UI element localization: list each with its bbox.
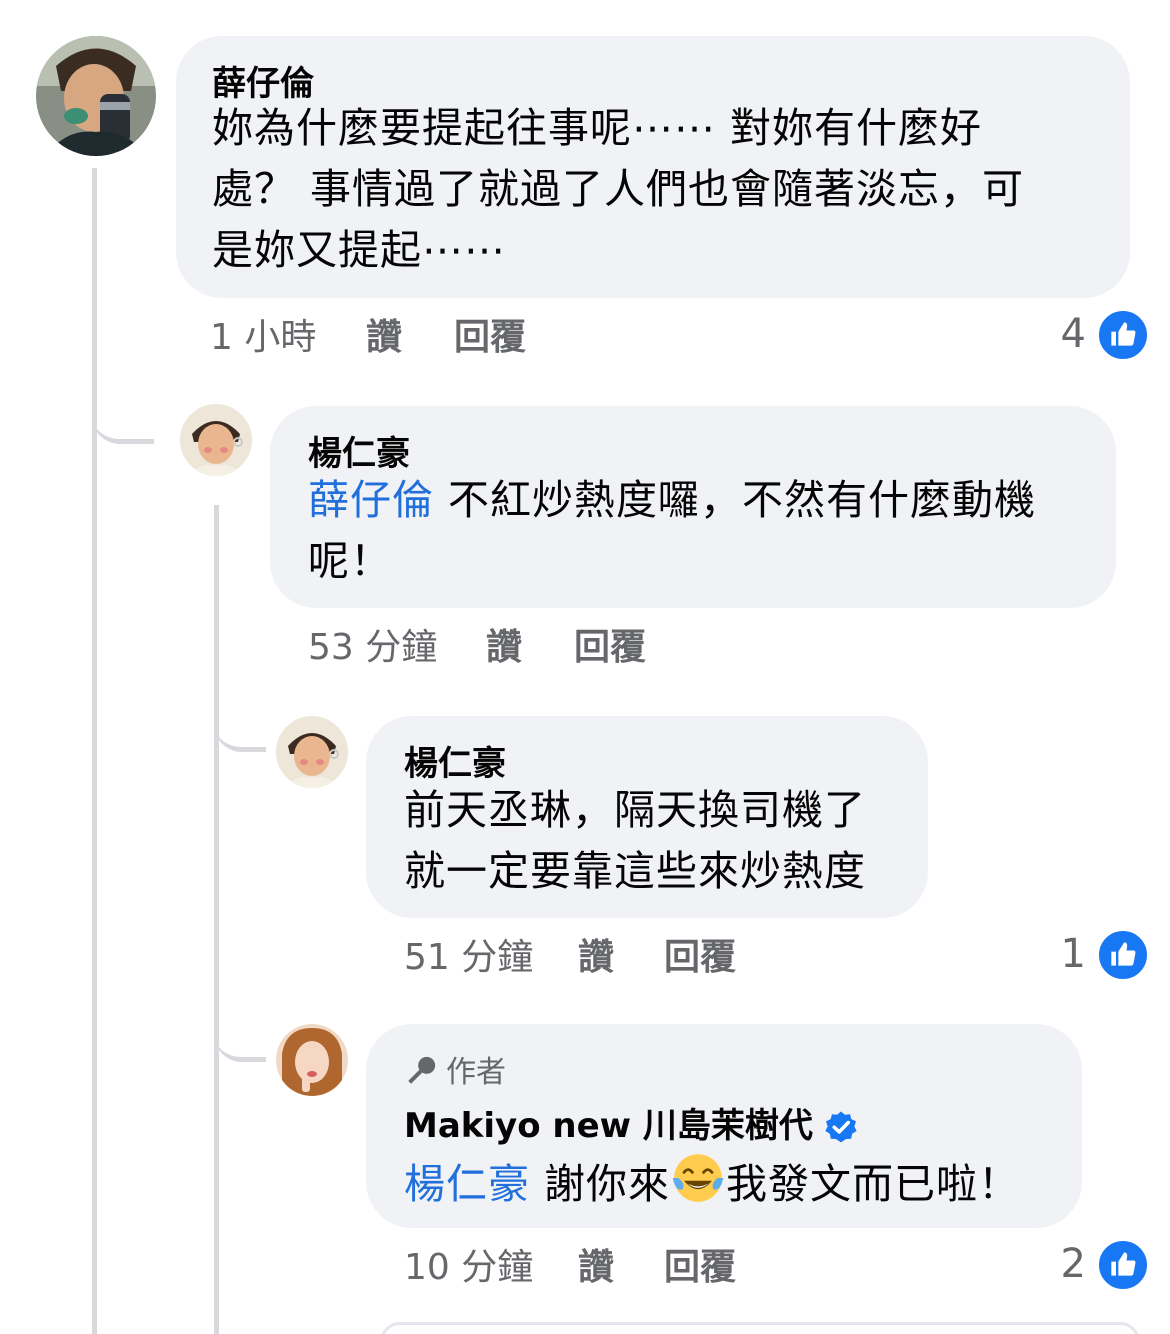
comment-text-line: 處？ 事情過了就過了人們也會隨著淡忘，可 bbox=[212, 165, 1025, 213]
comment-author[interactable]: 楊仁豪 bbox=[404, 744, 506, 784]
comment-text-line: 前天丞琳，隔天換司機了 bbox=[404, 786, 866, 834]
comment-text-line: 呢！ bbox=[308, 537, 392, 585]
comment-timestamp[interactable]: 1 小時 bbox=[210, 318, 316, 358]
thread-elbow-2 bbox=[214, 700, 266, 752]
user-photo-icon bbox=[276, 716, 348, 788]
comment-text-segment: 謝你來 bbox=[530, 1160, 671, 1208]
user-photo-icon bbox=[276, 1024, 348, 1096]
mention-link[interactable]: 薛仔倫 bbox=[308, 476, 434, 524]
comment-timestamp[interactable]: 53 分鐘 bbox=[308, 628, 437, 668]
reaction-count[interactable]: 4 bbox=[1046, 312, 1086, 356]
comment-text-line: 妳為什麼要提起往事呢⋯⋯ 對妳有什麼好 bbox=[212, 104, 983, 152]
comment-timestamp[interactable]: 51 分鐘 bbox=[404, 938, 533, 978]
comment-text: 楊仁豪 謝你來 我發文而已啦！ bbox=[404, 1150, 1020, 1215]
user-photo-icon bbox=[36, 36, 156, 156]
comment-bubble: 楊仁豪 前天丞琳，隔天換司機了 就一定要靠這些來炒熱度 bbox=[366, 716, 928, 918]
reply-button[interactable]: 回覆 bbox=[664, 938, 736, 978]
comment-text-line: 楊仁豪 謝你來 我發文而已啦！ bbox=[404, 1150, 1020, 1215]
comment-author[interactable]: 楊仁豪 bbox=[308, 434, 410, 474]
comment-text: 前天丞琳，隔天換司機了 就一定要靠這些來炒熱度 bbox=[404, 780, 866, 902]
reply-button[interactable]: 回覆 bbox=[574, 628, 646, 668]
thread-elbow-1 bbox=[92, 380, 154, 444]
comment-text-segment: 不紅炒熱度囉，不然有什麼動機 bbox=[434, 476, 1037, 524]
user-photo-icon bbox=[180, 404, 252, 476]
comment-text-line: 是妳又提起⋯⋯ bbox=[212, 226, 506, 274]
thread-line-main bbox=[92, 168, 97, 1334]
next-comment-bubble-edge bbox=[380, 1322, 1140, 1334]
like-button[interactable]: 讚 bbox=[366, 318, 402, 358]
reply-button[interactable]: 回覆 bbox=[664, 1248, 736, 1288]
comment-text-line: 就一定要靠這些來炒熱度 bbox=[404, 847, 866, 895]
like-reaction-badge[interactable] bbox=[1096, 928, 1150, 982]
like-button[interactable]: 讚 bbox=[486, 628, 522, 668]
thread-elbow-3 bbox=[214, 1008, 266, 1062]
comment-bubble: 作者 Makiyo new 川島茉樹代 楊仁豪 謝你來 我發文而已啦！ bbox=[366, 1024, 1082, 1228]
avatar[interactable] bbox=[276, 1024, 348, 1096]
comment-text: 薛仔倫 不紅炒熱度囉，不然有什麼動機 呢！ bbox=[308, 470, 1036, 592]
comment-timestamp[interactable]: 10 分鐘 bbox=[404, 1248, 533, 1288]
author-badge-label: 作者 bbox=[446, 1055, 506, 1090]
verified-badge-icon bbox=[825, 1111, 857, 1142]
thumbs-up-icon bbox=[1111, 942, 1136, 966]
comment-author[interactable]: Makiyo new 川島茉樹代 bbox=[404, 1106, 859, 1146]
reply-button[interactable]: 回覆 bbox=[454, 318, 526, 358]
reaction-count[interactable]: 1 bbox=[1046, 932, 1086, 976]
avatar[interactable] bbox=[36, 36, 156, 156]
comment-bubble: 薛仔倫 妳為什麼要提起往事呢⋯⋯ 對妳有什麼好 處？ 事情過了就過了人們也會隨著… bbox=[176, 36, 1130, 298]
comment-text-segment: 我發文而已啦！ bbox=[726, 1160, 1021, 1208]
like-button[interactable]: 讚 bbox=[578, 938, 614, 978]
avatar[interactable] bbox=[180, 404, 252, 476]
like-reaction-badge[interactable] bbox=[1096, 308, 1150, 362]
tears-of-joy-icon bbox=[672, 1154, 724, 1202]
comment-author-name: Makiyo new 川島茉樹代 bbox=[404, 1106, 813, 1146]
thumbs-up-icon bbox=[1111, 1252, 1136, 1276]
thread-line-sub bbox=[214, 505, 219, 1334]
avatar[interactable] bbox=[276, 716, 348, 788]
comment-bubble: 楊仁豪 薛仔倫 不紅炒熱度囉，不然有什麼動機 呢！ bbox=[270, 406, 1116, 608]
microphone-icon bbox=[408, 1056, 436, 1084]
thumbs-up-icon bbox=[1111, 322, 1136, 346]
like-button[interactable]: 讚 bbox=[578, 1248, 614, 1288]
like-reaction-badge[interactable] bbox=[1096, 1238, 1150, 1292]
mention-link[interactable]: 楊仁豪 bbox=[404, 1160, 530, 1208]
comment-text-line: 薛仔倫 不紅炒熱度囉，不然有什麼動機 bbox=[308, 470, 1036, 531]
reaction-count[interactable]: 2 bbox=[1046, 1242, 1086, 1286]
author-badge: 作者 bbox=[404, 1054, 506, 1091]
comment-text: 妳為什麼要提起往事呢⋯⋯ 對妳有什麼好 處？ 事情過了就過了人們也會隨著淡忘，可… bbox=[212, 98, 1024, 281]
